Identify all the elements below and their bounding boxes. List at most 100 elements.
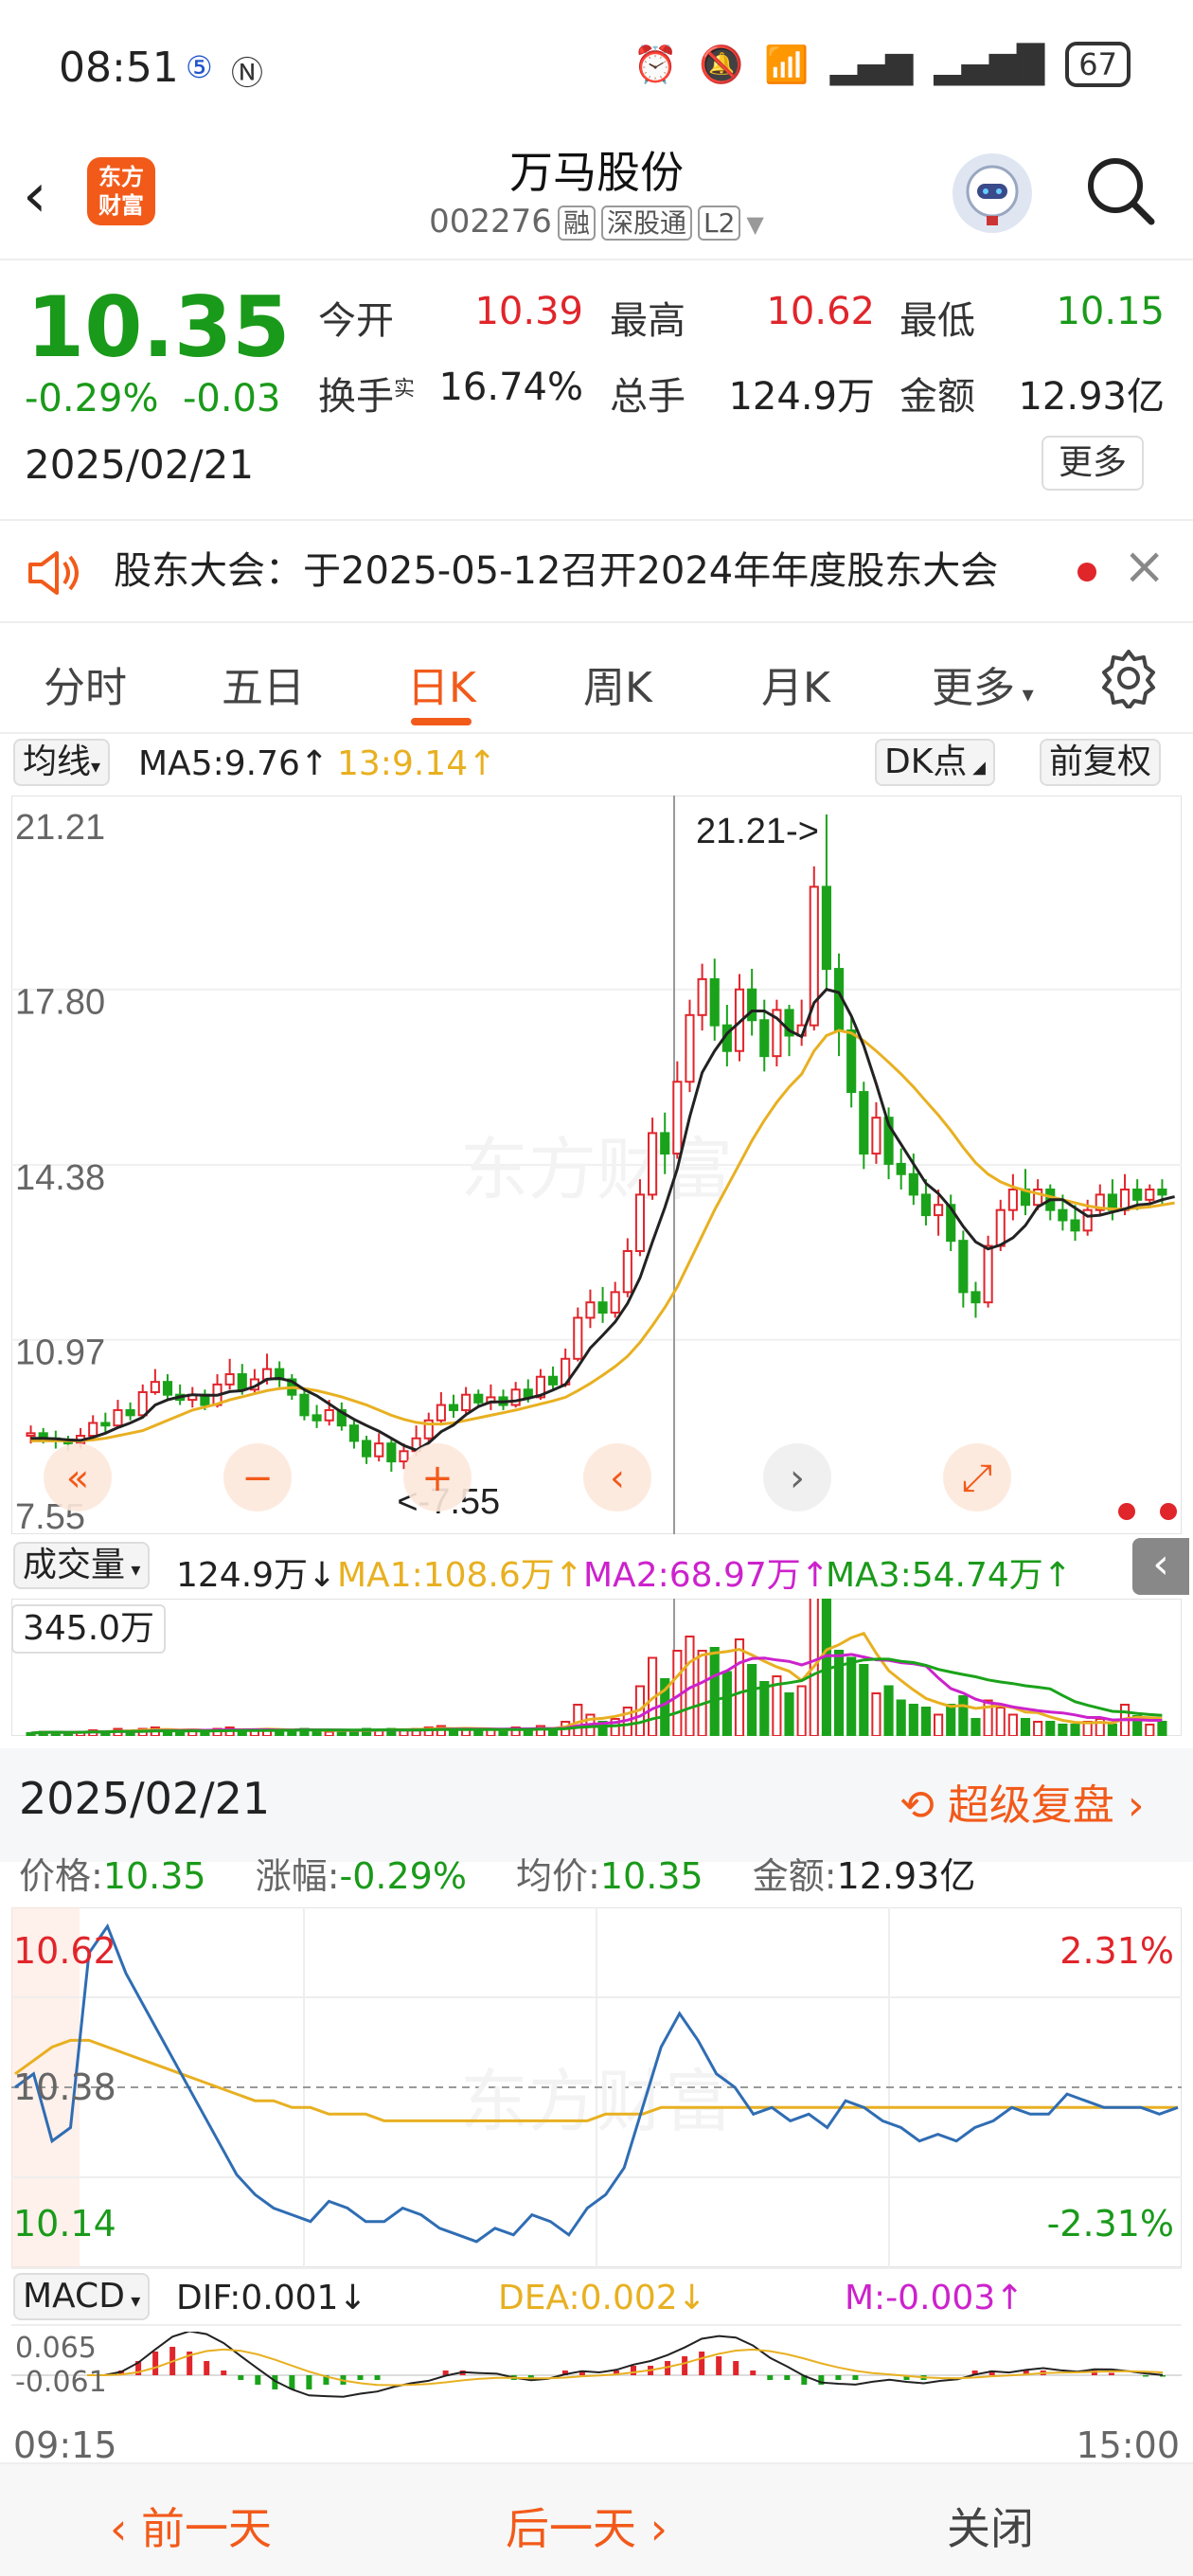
volume-bar: [1070, 1724, 1080, 1737]
ma-selector-label: 均线: [23, 742, 92, 781]
open-label: 今开: [318, 299, 394, 343]
high-value: 10.62: [766, 290, 875, 333]
volume-selector-label: 成交量: [23, 1546, 126, 1584]
volume-bar: [883, 1685, 894, 1737]
tab-monthly-k[interactable]: 月K: [761, 653, 830, 714]
tab-five-day[interactable]: 五日: [222, 653, 305, 714]
kline-chart[interactable]: 21.2117.8014.3810.977.55东方财富21.21-><-7.5…: [10, 795, 1183, 1537]
zoom-out-icon: −: [223, 1443, 292, 1512]
search-icon[interactable]: [1083, 153, 1159, 229]
quote-date: 2025/02/21: [25, 441, 255, 488]
close-notice-icon[interactable]: ×: [1123, 536, 1166, 596]
candle-body: [709, 977, 720, 1027]
time-start: 09:15: [13, 2424, 117, 2466]
candle-body: [324, 1408, 334, 1422]
active-tab-underline: [411, 718, 472, 725]
super-replay-link[interactable]: ⟲ 超级复盘 ›: [899, 1771, 1144, 1832]
candle-body: [759, 1019, 770, 1058]
candle-body: [399, 1450, 409, 1463]
candle-body: [908, 1172, 918, 1196]
candle-body: [846, 1029, 857, 1094]
macd-dea: DEA:0.002↓: [498, 2279, 706, 2317]
max-price-annotation: 21.21->: [696, 812, 819, 851]
candle-body: [597, 1301, 608, 1315]
battery-indicator: 67: [1065, 42, 1131, 87]
chart-control-glyph: «: [66, 1457, 89, 1500]
notice-bar[interactable]: 股东大会：于2025-05-12召开2024年年度股东大会 ×: [0, 519, 1193, 623]
volume-bar: [995, 1707, 1006, 1737]
dk-point-corner-icon: ◢: [967, 758, 986, 778]
speaker-icon: [27, 547, 81, 602]
settings-gear-icon[interactable]: [1098, 648, 1159, 712]
candle-body: [374, 1442, 384, 1458]
intraday-y-high: 10.62: [13, 1930, 116, 1972]
ma5-value: MA5:9.76↑: [138, 744, 329, 783]
ma-selector[interactable]: 均线▾: [13, 739, 111, 786]
dropdown-icon: ▼: [746, 211, 764, 238]
chart-control-glyph: −: [241, 1457, 274, 1500]
intraday-chart[interactable]: 东方财富 10.62 10.38 10.14 2.31% -2.31%: [10, 1906, 1183, 2268]
candle-body: [299, 1393, 310, 1417]
volume-label: 总手: [610, 375, 686, 419]
pan-left-icon: ‹: [583, 1443, 651, 1512]
period-tabs: 分时 五日 日K 周K 月K 更多 ▾: [0, 625, 1193, 734]
dk-point-button[interactable]: DK点 ◢: [875, 739, 995, 786]
macd-selector[interactable]: MACD ▾: [13, 2273, 151, 2320]
candle-body: [896, 1162, 906, 1175]
candle-body: [958, 1240, 969, 1294]
kline-y-label: 14.38: [15, 1158, 105, 1198]
intraday-pct-high: 2.31%: [1059, 1930, 1174, 1972]
zoom-in-icon: +: [403, 1443, 472, 1512]
more-button[interactable]: 更多: [1042, 436, 1144, 491]
candle-body: [934, 1204, 944, 1217]
assistant-robot-icon[interactable]: [953, 153, 1032, 233]
candle-body: [26, 1432, 36, 1438]
dk-point-label: DK点: [884, 742, 968, 781]
low-value: 10.15: [1056, 290, 1165, 333]
close-button[interactable]: 关闭: [947, 2495, 1034, 2557]
panel-stats: 价格:10.35 涨幅:-0.29% 均价:10.35 金额:12.93亿: [19, 1847, 975, 1899]
volume-chart[interactable]: 345.0万: [10, 1593, 1183, 1737]
volume-bar: [1007, 1713, 1018, 1737]
candle-body: [1058, 1208, 1068, 1222]
candle-body: [1157, 1189, 1167, 1196]
chart-control-glyph: ›: [790, 1457, 805, 1500]
candle-body: [970, 1291, 981, 1304]
volume-bar: [934, 1713, 944, 1737]
intraday-y-low: 10.14: [13, 2203, 116, 2245]
tab-more[interactable]: 更多 ▾: [932, 653, 1034, 714]
next-day-button[interactable]: 后一天 ›: [506, 2495, 668, 2557]
volume-bar: [796, 1685, 807, 1737]
tab-daily-k[interactable]: 日K: [407, 653, 476, 714]
volume-bar: [784, 1692, 794, 1737]
tag-level2: L2: [697, 206, 741, 241]
volume-bar: [709, 1647, 720, 1737]
volume-value-text: 124.9万↓: [176, 1556, 337, 1595]
volume-bar: [1157, 1721, 1167, 1737]
status-icons: ⏰ 🔕 📶 ▂▄▆ ▂▄▆█ 67: [633, 42, 1131, 87]
volume-bar: [958, 1695, 969, 1737]
volume-selector[interactable]: 成交量 ▾: [13, 1542, 151, 1589]
candle-body: [1145, 1189, 1155, 1201]
5g-app-icon: ⑤: [186, 49, 213, 85]
volume-bar: [1020, 1718, 1031, 1737]
prev-day-button[interactable]: ‹ 前一天: [110, 2495, 272, 2557]
intraday-pct-low: -2.31%: [1046, 2203, 1174, 2245]
macd-chart[interactable]: 0.065 -0.061: [11, 2330, 1182, 2419]
candle-body: [386, 1442, 397, 1463]
next-chevron-icon: ›: [636, 2503, 668, 2554]
avg-stat-value: 10.35: [599, 1855, 703, 1897]
adjust-price-button[interactable]: 前复权: [1040, 739, 1162, 786]
candle-body: [461, 1393, 472, 1411]
prev-day-label: 前一天: [141, 2503, 273, 2554]
candle-body: [348, 1424, 360, 1442]
volume-bar: [324, 1730, 334, 1737]
pan-right-icon: ›: [763, 1443, 831, 1512]
chart-control-glyph: +: [421, 1457, 454, 1500]
nfc-icon: Ⓝ: [231, 55, 263, 93]
tab-more-caret-icon: ▾: [1015, 681, 1034, 707]
volume-bar: [1045, 1721, 1056, 1737]
collapse-panel-icon[interactable]: ‹: [1132, 1538, 1189, 1595]
tab-weekly-k[interactable]: 周K: [583, 653, 652, 714]
tab-intraday[interactable]: 分时: [44, 653, 127, 714]
